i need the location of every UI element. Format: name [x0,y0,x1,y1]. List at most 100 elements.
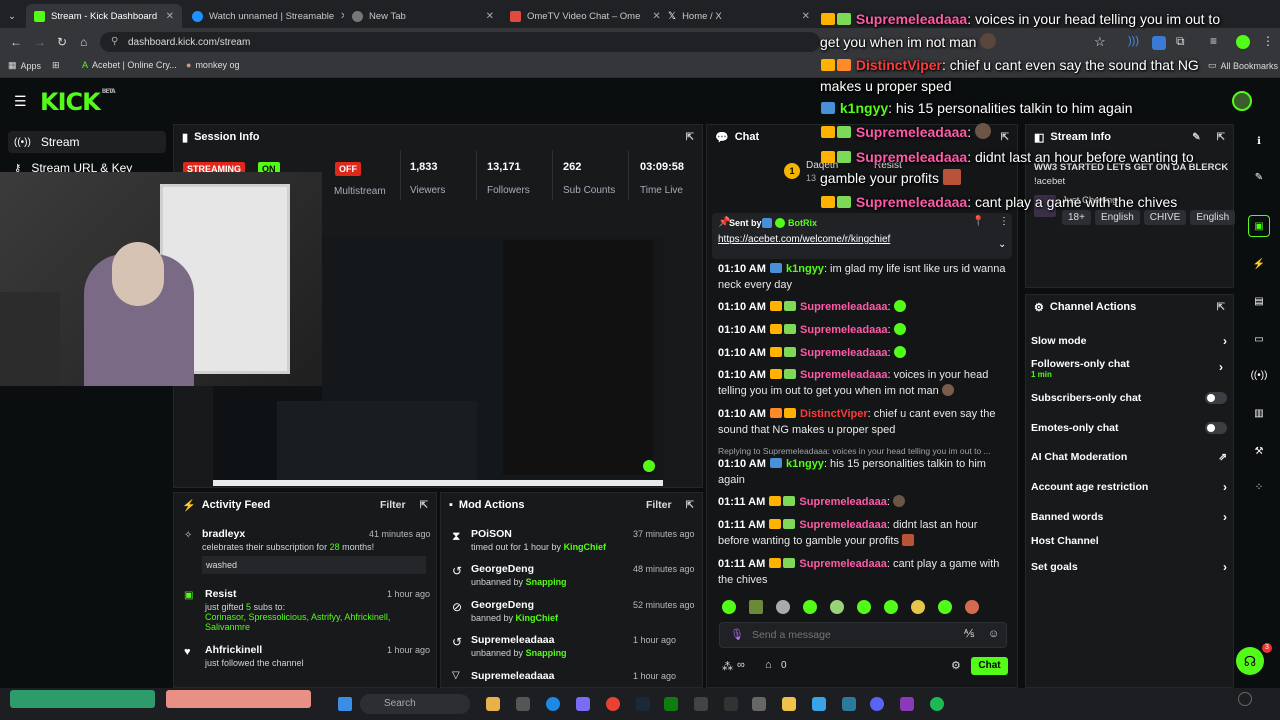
profile-avatar[interactable] [1236,35,1250,49]
action-subscribers-only[interactable]: Subscribers-only chat [1031,392,1227,404]
pinned-link[interactable]: https://acebet.com/welcome/r/kingchief [718,234,890,245]
reply-note[interactable]: Replying to Supremeleadaaa: voices in yo… [718,446,1008,456]
bookmark-grid[interactable]: ⊞ [52,60,60,71]
action-set-goals[interactable]: Set goals › [1031,560,1227,574]
microphone-icon[interactable]: 🎙 [730,628,744,641]
taskbar-app-icon[interactable] [486,697,500,711]
store-icon[interactable]: ⌂ [765,659,772,671]
taskbar-widget[interactable] [166,690,311,708]
translate-icon[interactable]: ⅍ [964,628,974,640]
close-tab-icon[interactable]: ✕ [802,11,810,22]
close-tab-icon[interactable]: ✕ [486,11,494,22]
notes-rail-icon[interactable]: ▤ [1248,290,1270,312]
emote-icon[interactable] [884,600,898,614]
tab-ometv[interactable]: OmeTV Video Chat – Ome ✕ [502,4,660,28]
taskbar-app-icon[interactable] [516,697,530,711]
support-chat-button[interactable]: ☊ [1236,647,1264,675]
extension-icon[interactable] [1152,36,1166,50]
tab-list-button[interactable]: ⌄ [0,4,26,28]
bookmark-acebet[interactable]: A Acebet | Online Cry... [82,60,177,70]
popout-icon[interactable]: ⇱ [1217,302,1225,313]
user-avatar[interactable] [1232,91,1252,111]
puzzle-icon[interactable]: ⧉ [1176,34,1185,49]
taskbar-widget[interactable] [10,690,155,708]
activity-filter-button[interactable]: Filter [380,499,406,511]
mod-filter-button[interactable]: Filter [646,499,672,511]
action-slow-mode[interactable]: Slow mode › [1031,334,1227,348]
emote-icon[interactable] [938,600,952,614]
bookmark-monkey[interactable]: ● monkey og [186,60,239,70]
action-account-age[interactable]: Account age restriction › [1031,480,1227,494]
emote-icon[interactable] [803,600,817,614]
send-chat-button[interactable]: Chat [971,657,1008,675]
hamburger-menu-icon[interactable]: ☰ [14,93,27,110]
emote-icon[interactable] [965,600,979,614]
stack-rail-icon[interactable]: ▥ [1248,402,1270,424]
emote-icon[interactable] [911,600,925,614]
action-ai-chat-moderation[interactable]: AI Chat Moderation ⇗ [1031,451,1227,463]
edit-pencil-icon[interactable]: ✎ [1192,132,1200,143]
kick-logo[interactable]: KICK BETA [40,88,116,116]
edit-rail-icon[interactable]: ✎ [1248,166,1270,188]
spotify-icon[interactable] [930,697,944,711]
taskbar-search[interactable]: Search [360,694,470,714]
action-emotes-only[interactable]: Emotes-only chat [1031,422,1227,434]
file-explorer-icon[interactable] [782,697,796,711]
emote-icon[interactable] [722,600,736,614]
subscribers-only-toggle[interactable] [1205,392,1227,404]
sidebar-item-stream[interactable]: ((•)) Stream [8,131,166,153]
popout-icon[interactable]: ⇱ [420,500,428,511]
forward-icon[interactable]: → [34,35,46,49]
discord-icon[interactable] [870,697,884,711]
taskbar-app-icon[interactable] [694,697,708,711]
bookmark-star-icon[interactable]: ☆ [1094,34,1106,50]
taskbar-app-icon[interactable] [812,697,826,711]
emote-icon[interactable] [776,600,790,614]
cast-icon[interactable]: ))) [1128,35,1139,47]
emote-icon[interactable] [749,600,763,614]
steam-icon[interactable] [636,697,650,711]
site-info-icon[interactable]: ⚲ [111,36,118,47]
chat-message-input[interactable] [752,627,952,643]
chevron-down-icon[interactable]: ⌄ [998,239,1006,250]
popout-icon[interactable]: ⇱ [1001,132,1009,143]
chrome-icon[interactable] [606,697,620,711]
obs-icon[interactable] [900,697,914,711]
settings-icon[interactable] [752,697,766,711]
close-tab-icon[interactable]: ✕ [652,11,660,22]
taskbar-app-icon[interactable] [842,697,856,711]
xbox-icon[interactable] [664,697,678,711]
home-icon[interactable]: ⌂ [80,35,87,49]
emote-icon[interactable] [830,600,844,614]
emotes-only-toggle[interactable] [1205,422,1227,434]
close-tab-icon[interactable]: ✕ [166,11,174,22]
tab-new-tab[interactable]: New Tab ✕ [344,4,502,28]
edge-icon[interactable] [546,697,560,711]
action-banned-words[interactable]: Banned words › [1031,510,1227,524]
apps-rail-icon[interactable]: ⁘ [1248,476,1270,498]
url-input[interactable]: ⚲ dashboard.kick.com/stream [100,32,820,52]
broadcast-rail-icon[interactable]: ((•)) [1248,364,1270,386]
popout-icon[interactable]: ⇱ [686,500,694,511]
reload-icon[interactable]: ↻ [57,35,67,49]
chat-input-box[interactable]: 🎙 ⅍ ☺ [719,622,1007,648]
lightning-rail-icon[interactable]: ⚡ [1248,253,1270,275]
menu-lines-icon[interactable]: ≡ [1210,34,1217,48]
action-host-channel[interactable]: Host Channel [1031,535,1227,547]
unpin-icon[interactable]: 📍 [972,216,984,227]
tab-x-home[interactable]: 𝕏 Home / X ✕ [660,4,818,28]
windows-start-icon[interactable] [338,697,352,711]
layout-rail-icon[interactable]: ▣ [1248,215,1270,237]
chat-rail-icon[interactable]: ▭ [1248,328,1270,350]
back-icon[interactable]: ← [10,35,22,49]
tab-kick-dashboard[interactable]: Stream - Kick Dashboard ✕ [26,4,182,28]
info-rail-icon[interactable]: ℹ [1248,130,1270,152]
multistream-off-badge[interactable]: OFF [335,162,361,176]
emote-icon[interactable] [857,600,871,614]
action-followers-only[interactable]: Followers-only chat 1 min › [1031,358,1227,379]
emoji-icon[interactable]: ☺ [988,628,999,640]
epic-games-icon[interactable] [724,697,738,711]
popout-icon[interactable]: ⇱ [686,132,694,143]
wrench-rail-icon[interactable]: ⚒ [1248,440,1270,462]
bookmark-all[interactable]: ▭ All Bookmarks [1208,60,1278,71]
